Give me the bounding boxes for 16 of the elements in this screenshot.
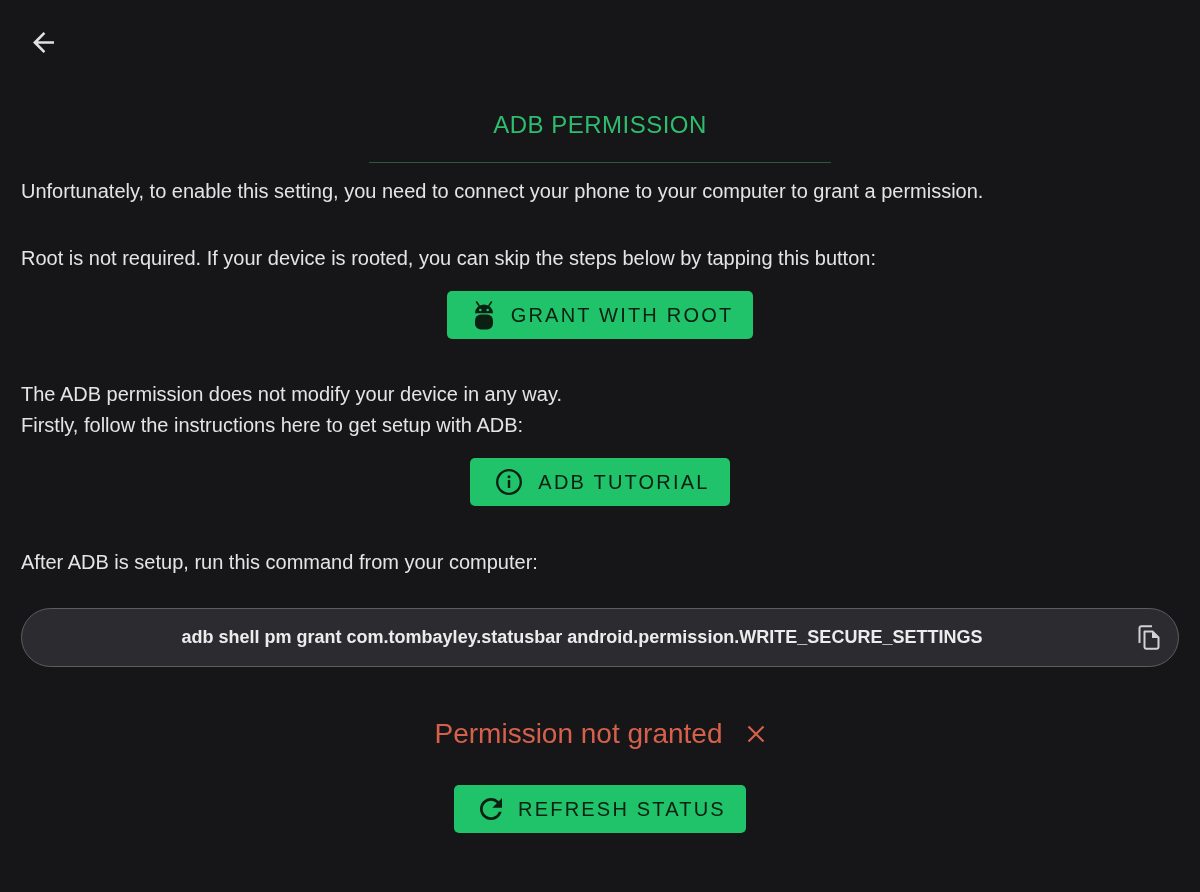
- grant-root-button[interactable]: GRANT WITH ROOT: [446, 291, 754, 339]
- command-label: After ADB is setup, run this command from your computer:: [21, 550, 539, 575]
- refresh-icon: [480, 798, 503, 820]
- command-text: adb shell pm grant com.tombayley.statusbar android.permission.WRITE_SECURE_SETTINGS: [181, 626, 983, 649]
- page-title: ADB PERMISSION: [493, 110, 707, 140]
- status-text: Permission not granted: [434, 717, 723, 751]
- robot-icon: [472, 300, 495, 330]
- refresh-status-button[interactable]: REFRESH STATUS: [454, 785, 746, 833]
- copy-icon[interactable]: [1138, 625, 1160, 650]
- intro-text: Unfortunately, to enable this setting, you need to connect your phone to your computer to grant a permission.: [21, 179, 985, 204]
- info-icon: [496, 469, 523, 495]
- back-arrow-icon[interactable]: [33, 32, 54, 53]
- adb-tutorial-button[interactable]: ADB TUTORIAL: [470, 458, 730, 506]
- adb-text: The ADB permission does not modify your device in any way.: [21, 382, 563, 407]
- root-text: Root is not required. If your device is rooted, you can skip the steps below by tapping this button:: [21, 246, 877, 271]
- adb-text: Firstly, follow the instructions here to get setup with ADB:: [21, 413, 525, 438]
